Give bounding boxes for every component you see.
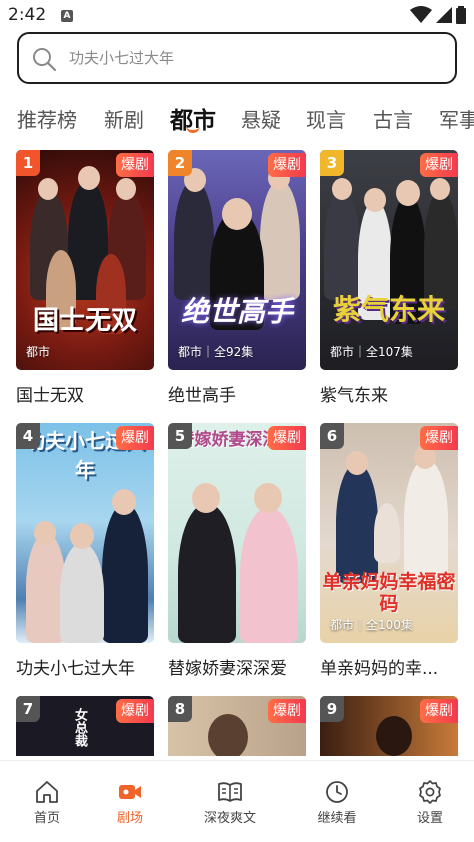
hot-badge: 爆剧 bbox=[420, 426, 458, 450]
search-icon bbox=[33, 48, 57, 72]
drama-poster[interactable]: 单亲妈妈幸福密码 6 爆剧 都市｜全100集 bbox=[320, 423, 458, 643]
rank-badge: 5 bbox=[168, 423, 192, 449]
nav-label: 继续看 bbox=[317, 811, 357, 826]
poster-art-title: 绝世高手 bbox=[180, 295, 293, 328]
poster-art-title: 国士无双 bbox=[32, 306, 137, 336]
hot-badge: 爆剧 bbox=[268, 426, 306, 450]
tab-military[interactable]: 军事 bbox=[439, 104, 474, 133]
nav-home[interactable]: 首页 bbox=[0, 761, 94, 842]
tab-modern-romance[interactable]: 现言 bbox=[306, 104, 346, 133]
tab-ancient-romance[interactable]: 古言 bbox=[373, 104, 413, 133]
category-tabs: 推荐榜 新剧 都市 悬疑 现言 古言 军事 bbox=[0, 96, 474, 140]
drama-poster[interactable]: 女总裁 7 爆剧 bbox=[16, 696, 154, 756]
rank-badge: 9 bbox=[320, 696, 344, 722]
rank-badge: 1 bbox=[16, 150, 40, 176]
hot-badge: 爆剧 bbox=[420, 699, 458, 723]
nav-settings[interactable]: 设置 bbox=[383, 761, 474, 842]
drama-meta: 都市｜全107集 bbox=[330, 345, 413, 359]
search-box[interactable] bbox=[17, 32, 457, 84]
signal-icon bbox=[436, 7, 452, 23]
hot-badge: 爆剧 bbox=[116, 426, 154, 450]
hot-badge: 爆剧 bbox=[268, 699, 306, 723]
drama-title[interactable]: 国士无双 bbox=[16, 381, 154, 406]
nav-late-night-reading[interactable]: 深夜爽文 bbox=[183, 761, 277, 842]
poster-art-title: 单亲妈妈幸福密码 bbox=[322, 571, 456, 615]
battery-icon bbox=[456, 6, 466, 24]
gear-icon bbox=[419, 780, 441, 804]
rank-badge: 6 bbox=[320, 423, 344, 449]
drama-card[interactable]: 功夫小七过大年 4 爆剧 功夫小七过大年 bbox=[16, 423, 154, 679]
rank-badge: 2 bbox=[168, 150, 192, 176]
hot-badge: 爆剧 bbox=[420, 153, 458, 177]
drama-title[interactable]: 单亲妈妈的幸... bbox=[320, 654, 458, 679]
drama-poster[interactable]: 绝世高手 2 爆剧 都市｜全92集 bbox=[168, 150, 306, 370]
rank-badge: 7 bbox=[16, 696, 40, 722]
nav-label: 首页 bbox=[33, 811, 60, 826]
drama-poster[interactable]: 紫气东来 3 爆剧 都市｜全107集 bbox=[320, 150, 458, 370]
drama-meta: 都市｜全92集 bbox=[178, 345, 254, 359]
status-bar: 2:42 A bbox=[0, 0, 474, 30]
drama-card[interactable]: 9 爆剧 bbox=[320, 696, 458, 756]
drama-meta: 都市｜全100集 bbox=[330, 618, 413, 632]
rank-badge: 3 bbox=[320, 150, 344, 176]
drama-card[interactable]: 8 爆剧 bbox=[168, 696, 306, 756]
status-time: 2:42 bbox=[8, 5, 47, 25]
wifi-icon bbox=[410, 6, 432, 23]
drama-card[interactable]: 紫气东来 3 爆剧 都市｜全107集 紫气东来 bbox=[320, 150, 458, 406]
tab-recommend-ranking[interactable]: 推荐榜 bbox=[17, 104, 77, 133]
drama-card[interactable]: 绝世高手 2 爆剧 都市｜全92集 绝世高手 bbox=[168, 150, 306, 406]
drama-poster[interactable]: 国士无双 1 爆剧 都市 bbox=[16, 150, 154, 370]
app-notification-icon: A bbox=[61, 10, 73, 22]
drama-poster[interactable]: 8 爆剧 bbox=[168, 696, 306, 756]
nav-label: 深夜爽文 bbox=[203, 811, 256, 826]
poster-art-title: 女总裁 bbox=[72, 708, 87, 747]
drama-card[interactable]: 女总裁 7 爆剧 bbox=[16, 696, 154, 756]
nav-continue-watching[interactable]: 继续看 bbox=[290, 761, 384, 842]
drama-meta: 都市 bbox=[26, 345, 51, 359]
search-input[interactable] bbox=[69, 34, 439, 82]
hot-badge: 爆剧 bbox=[268, 153, 306, 177]
drama-title[interactable]: 绝世高手 bbox=[168, 381, 306, 406]
drama-poster[interactable]: 替嫁娇妻深深爱 5 爆剧 bbox=[168, 423, 306, 643]
drama-title[interactable]: 功夫小七过大年 bbox=[16, 654, 154, 679]
tab-suspense[interactable]: 悬疑 bbox=[241, 104, 281, 133]
book-icon bbox=[218, 782, 242, 802]
rank-badge: 4 bbox=[16, 423, 40, 449]
drama-card[interactable]: 国士无双 1 爆剧 都市 国士无双 bbox=[16, 150, 154, 406]
clock-icon bbox=[326, 781, 348, 803]
drama-card[interactable]: 替嫁娇妻深深爱 5 爆剧 替嫁娇妻深深爱 bbox=[168, 423, 306, 679]
nav-label: 剧场 bbox=[116, 811, 143, 826]
hot-badge: 爆剧 bbox=[116, 699, 154, 723]
rank-badge: 8 bbox=[168, 696, 192, 722]
drama-card[interactable]: 单亲妈妈幸福密码 6 爆剧 都市｜全100集 单亲妈妈的幸... bbox=[320, 423, 458, 679]
nav-label: 设置 bbox=[416, 811, 443, 826]
nav-theater[interactable]: 剧场 bbox=[83, 761, 177, 842]
tab-new[interactable]: 新剧 bbox=[104, 104, 144, 133]
theater-icon bbox=[119, 785, 141, 799]
bottom-nav: 首页 剧场 深夜爽文 继续看 设置 bbox=[0, 760, 474, 842]
status-indicators bbox=[410, 6, 466, 24]
hot-badge: 爆剧 bbox=[116, 153, 154, 177]
home-icon bbox=[36, 781, 58, 803]
drama-poster[interactable]: 功夫小七过大年 4 爆剧 bbox=[16, 423, 154, 643]
poster-art-title: 紫气东来 bbox=[332, 293, 445, 326]
drama-title[interactable]: 替嫁娇妻深深爱 bbox=[168, 654, 306, 679]
drama-poster[interactable]: 9 爆剧 bbox=[320, 696, 458, 756]
drama-title[interactable]: 紫气东来 bbox=[320, 381, 458, 406]
